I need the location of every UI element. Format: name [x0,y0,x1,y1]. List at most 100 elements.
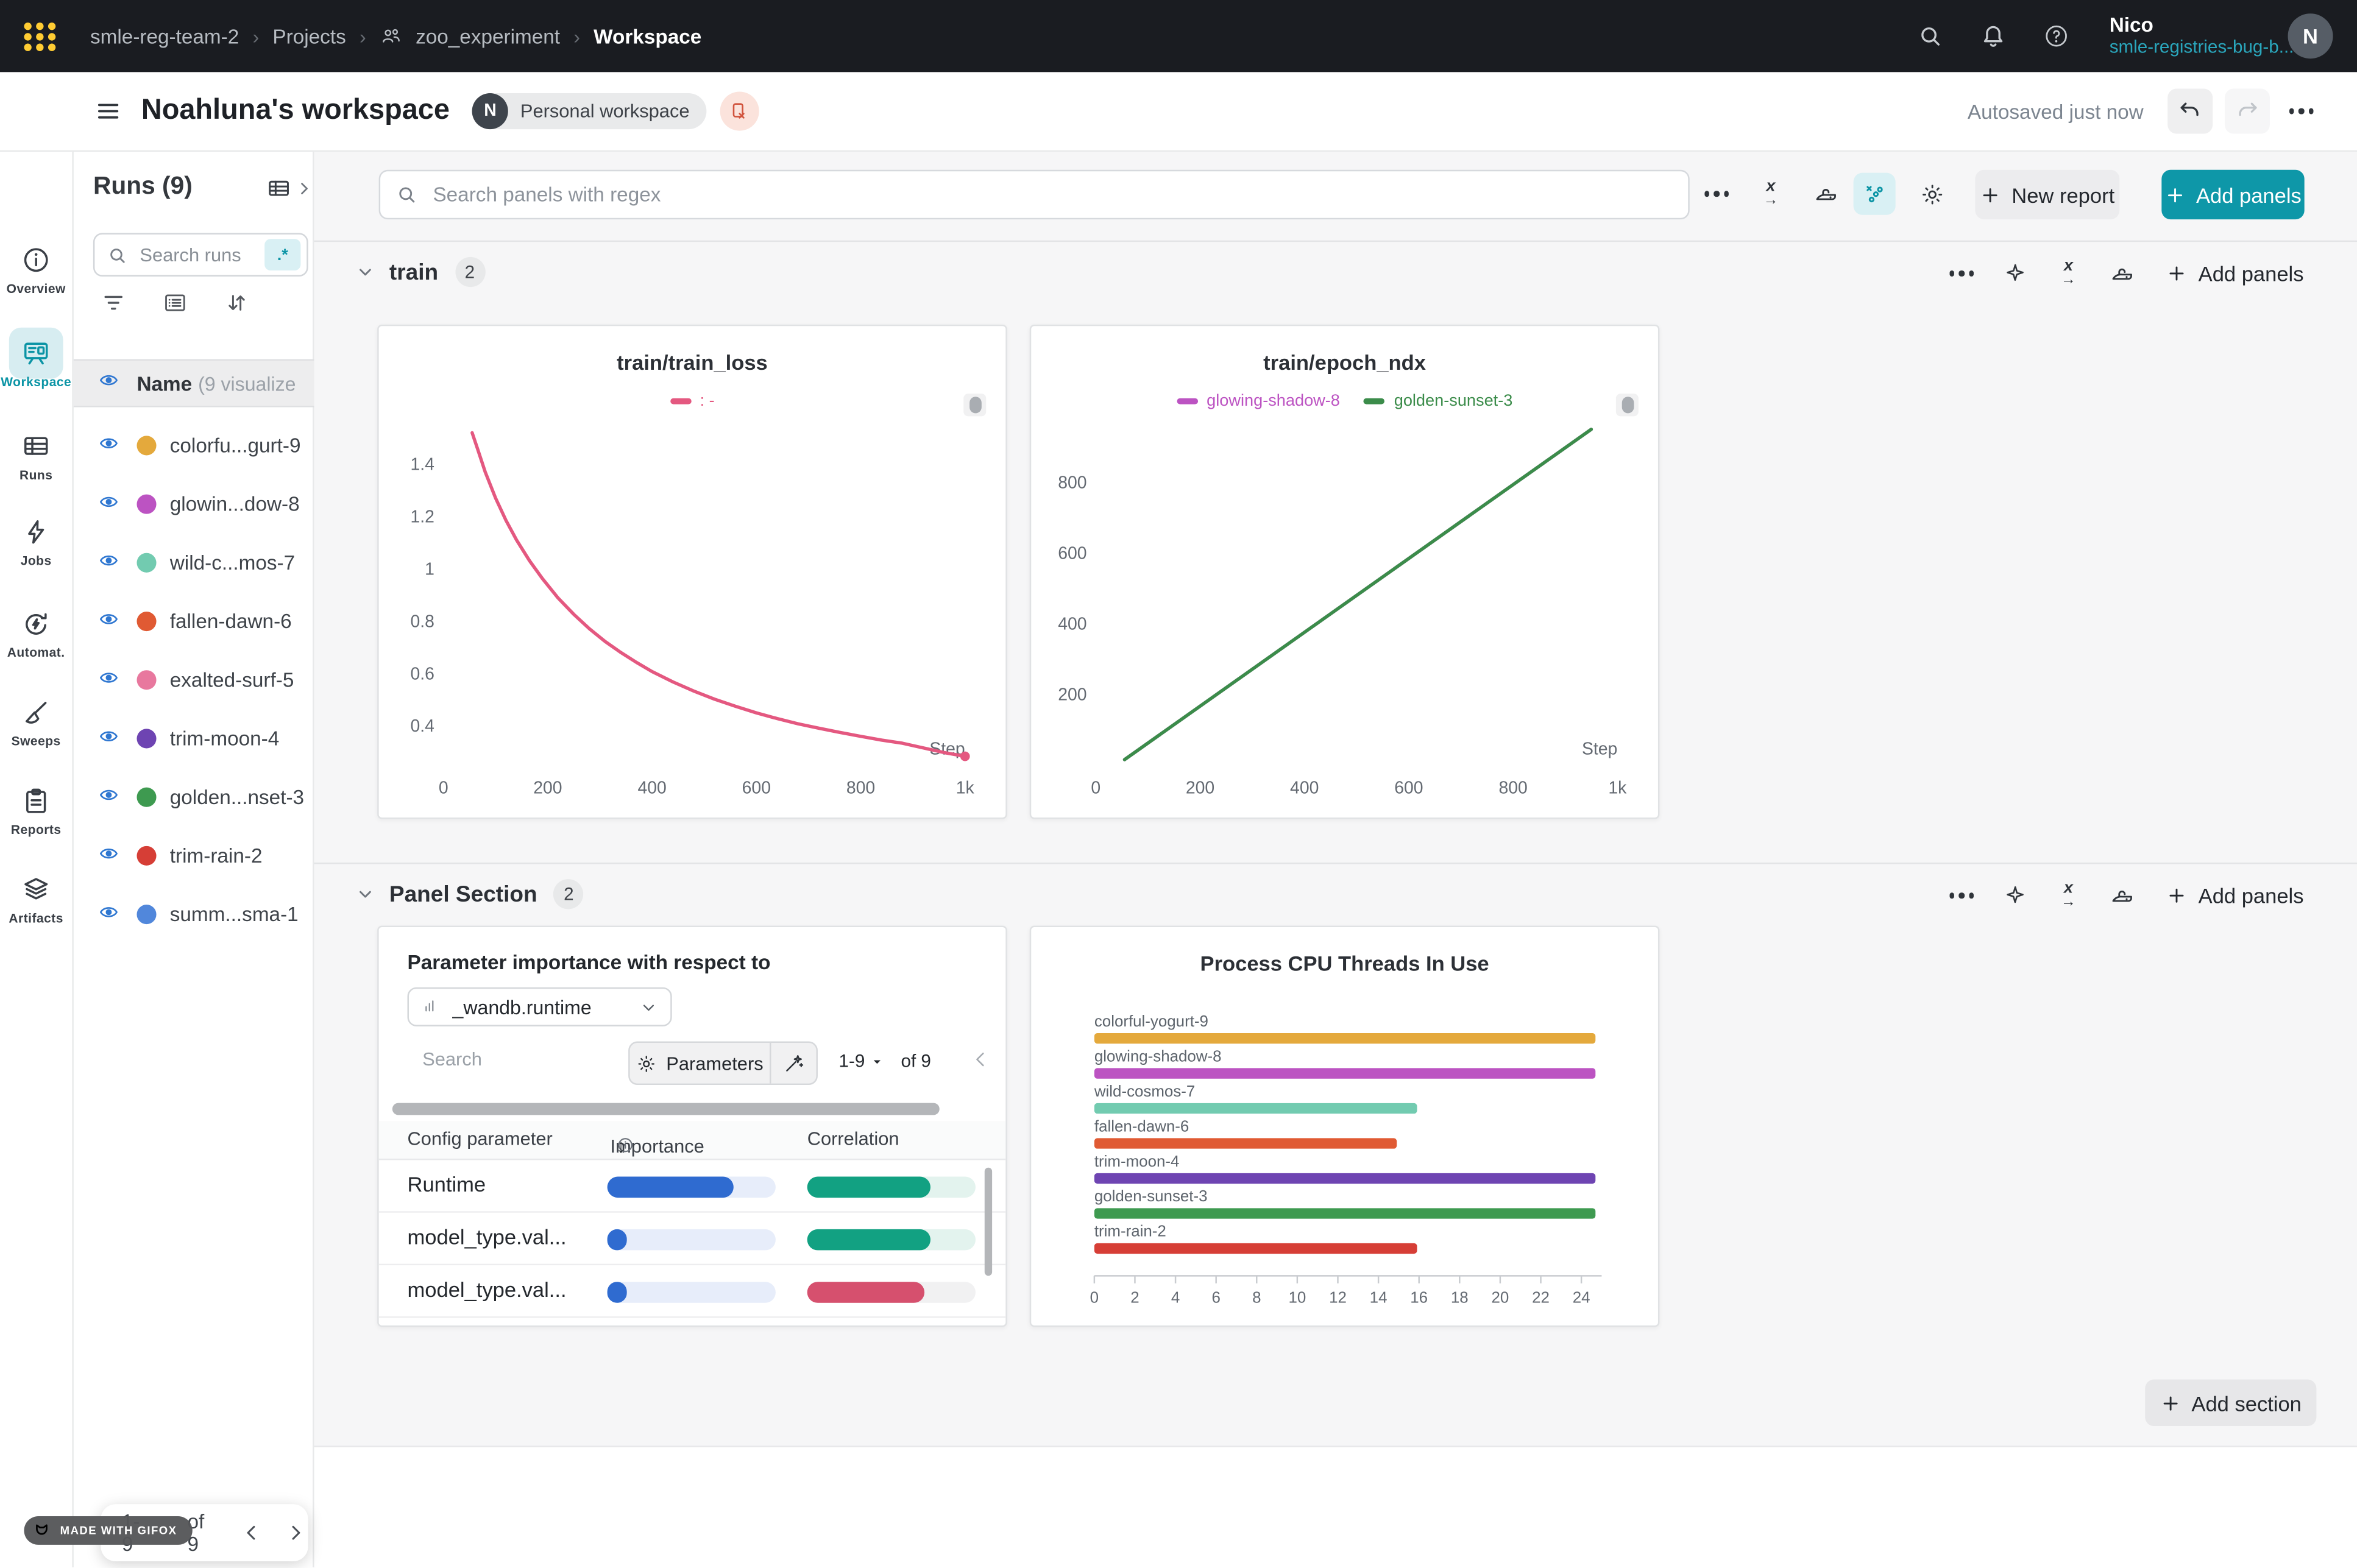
expand-runs-table-icon[interactable] [295,179,314,199]
visibility-eye-icon[interactable] [99,727,123,750]
add-section-button[interactable]: Add section [2145,1380,2316,1426]
regex-toggle[interactable]: .* [264,239,300,270]
table-row[interactable]: Runtime [379,1160,1006,1212]
run-row[interactable]: trim-rain-2 [74,827,314,885]
toolbar-overflow-icon[interactable] [1699,176,1735,212]
svg-text:4: 4 [1171,1290,1180,1307]
panel-epoch-ndx[interactable]: 20040060080002004006008001kStep train/ep… [1030,325,1660,819]
sidebar-item-sweeps[interactable]: Sweeps [0,697,72,749]
run-row[interactable]: wild-c...mos-7 [74,534,314,592]
panel-smoothing-icon[interactable] [1807,176,1843,212]
hamburger-menu-icon[interactable] [94,97,121,124]
run-row[interactable]: colorfu...gurt-9 [74,416,314,475]
avatar[interactable]: N [2288,13,2333,58]
visibility-eye-icon[interactable] [99,785,123,809]
sidebar-item-jobs[interactable]: Jobs [0,517,72,568]
section-spotlight-icon[interactable] [1996,878,2032,914]
sidebar-item-reports[interactable]: Reports [0,786,72,837]
visibility-eye-icon[interactable] [99,492,123,516]
visibility-eye-icon[interactable] [99,902,123,926]
legend-item[interactable]: : - [670,392,714,411]
panel-smoothing-icon[interactable] [2103,878,2139,914]
breadcrumb-project[interactable]: zoo_experiment [416,25,560,48]
search-icon[interactable] [1917,23,1944,49]
personal-workspace-badge[interactable]: N Personal workspace [472,93,706,129]
outliers-toggle-icon[interactable] [1854,173,1896,215]
header-overflow-menu[interactable] [2282,89,2321,134]
section-title[interactable]: Panel Section [389,881,537,907]
breadcrumb-workspace[interactable]: Workspace [594,25,701,48]
redo-button[interactable] [2225,89,2270,134]
col-config-parameter[interactable]: Config parameter [408,1129,553,1150]
panel-cpu-threads[interactable]: colorful-yogurt-9glowing-shadow-8wild-co… [1030,926,1660,1327]
legend-item[interactable]: glowing-shadow-8 [1177,392,1340,411]
settings-gear-icon[interactable] [1913,176,1949,212]
svg-text:400: 400 [637,778,666,797]
panel-parameter-importance[interactable]: Parameter importance with respect to _wa… [377,926,1007,1327]
table-row[interactable]: model_type.val... [379,1265,1006,1318]
magic-wand-button[interactable] [771,1043,816,1084]
parameters-button[interactable]: Parameters [630,1043,770,1084]
section-title[interactable]: train [389,260,438,285]
section-add-panels-button[interactable]: Add panels [2160,248,2311,297]
wandb-logo-icon[interactable] [24,22,57,51]
table-row[interactable]: model_type.val... [379,1213,1006,1265]
panel-drag-handle-icon[interactable] [1616,394,1639,416]
sidebar-item-workspace[interactable]: Workspace [0,338,72,389]
visibility-eye-icon[interactable] [99,844,123,867]
notifications-bell-icon[interactable] [1980,23,2007,49]
run-row[interactable]: fallen-dawn-6 [74,592,314,651]
panel-smoothing-icon[interactable] [2103,255,2139,291]
collapse-chevron-icon[interactable] [968,1047,992,1071]
metric-dropdown[interactable]: _wandb.runtime [408,987,672,1026]
undo-button[interactable] [2167,89,2213,134]
group-list-icon[interactable] [162,290,188,316]
user-menu[interactable]: Nico smle-registries-bug-b... [2110,13,2294,58]
visibility-eye-icon[interactable] [99,609,123,633]
run-row[interactable]: exalted-surf-5 [74,651,314,709]
breadcrumb-team[interactable]: smle-reg-team-2 [90,25,239,48]
chevron-down-icon[interactable] [355,261,376,283]
prev-page-icon[interactable] [239,1520,263,1544]
run-row[interactable]: golden...nset-3 [74,768,314,827]
breadcrumb-projects[interactable]: Projects [272,25,346,48]
visibility-eye-icon[interactable] [99,371,123,395]
sidebar-item-automat[interactable]: Automat. [0,609,72,660]
runs-table-icon[interactable] [266,176,292,202]
sidebar-item-runs[interactable]: Runs [0,431,72,482]
section-overflow-icon[interactable] [1944,255,1980,291]
vertical-scrollbar[interactable] [985,1168,992,1276]
new-report-button[interactable]: New report [1975,170,2119,219]
visibility-eye-icon[interactable] [99,668,123,692]
sort-icon[interactable] [224,290,250,316]
clear-workspace-icon[interactable] [720,91,759,130]
chevron-down-icon[interactable] [355,884,376,905]
visibility-eye-icon[interactable] [99,434,123,457]
filter-icon[interactable] [101,290,126,316]
section-spotlight-icon[interactable] [1996,255,2032,291]
sidebar-item-overview[interactable]: Overview [0,245,72,296]
sidebar-item-artifacts[interactable]: Artifacts [0,875,72,926]
runs-search-input[interactable] [136,242,248,266]
section-add-panels-button[interactable]: Add panels [2160,870,2311,919]
user-team-link[interactable]: smle-registries-bug-b... [2110,36,2294,58]
col-correlation[interactable]: Correlation [807,1129,899,1150]
run-row[interactable]: trim-moon-4 [74,709,314,768]
x-axis-settings-icon[interactable]: x→ [2050,255,2086,291]
next-page-icon[interactable] [284,1520,308,1544]
param-search-input[interactable] [419,1047,590,1071]
panel-drag-handle-icon[interactable] [963,394,986,416]
legend-item[interactable]: golden-sunset-3 [1364,392,1512,411]
visibility-eye-icon[interactable] [99,551,123,574]
run-row[interactable]: glowin...dow-8 [74,475,314,534]
add-panels-button[interactable]: Add panels [2161,170,2304,219]
panel-search-input[interactable] [430,182,1689,207]
horizontal-scrollbar[interactable] [392,1103,985,1115]
param-pagination[interactable]: 1-9 of 9 [838,1050,930,1072]
x-axis-settings-icon[interactable]: x→ [1753,176,1788,212]
x-axis-settings-icon[interactable]: x→ [2050,878,2086,914]
panel-train-loss[interactable]: 0.40.60.811.21.402004006008001kStep trai… [377,325,1007,819]
run-row[interactable]: summ...sma-1 [74,885,314,944]
section-overflow-icon[interactable] [1944,878,1980,914]
help-icon[interactable] [2043,23,2070,49]
